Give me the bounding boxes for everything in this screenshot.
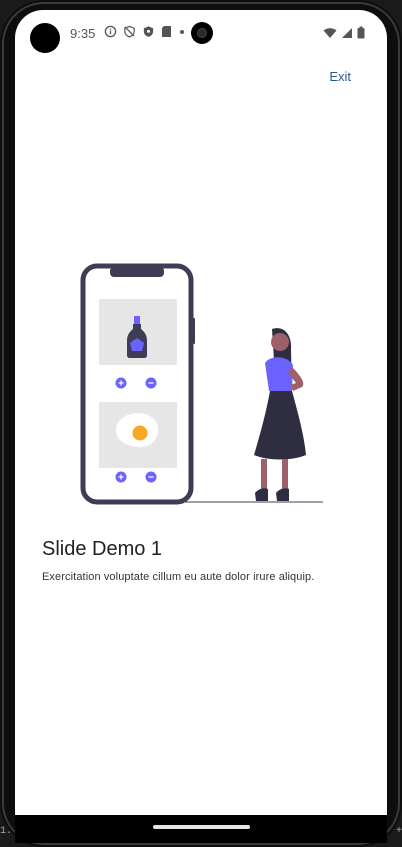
status-icons-right [323,26,365,44]
edge-mark-right: + [395,826,402,837]
exit-button[interactable]: Exit [329,69,351,84]
dot-icon [178,25,186,38]
camera-cutout [30,23,60,53]
front-camera [191,22,213,44]
info-icon [104,25,117,38]
slide-title: Slide Demo 1 [42,538,163,560]
home-indicator[interactable] [153,825,250,829]
status-bar: 9:35 [15,10,387,54]
woman-figure [254,328,306,501]
sd-card-icon [161,25,172,38]
shield-off-icon [123,25,136,38]
woman-phone-shopping-illustration [80,263,325,513]
shield-icon [142,25,155,38]
battery-icon [357,26,365,44]
slide-description: Exercitation voluptate cillum eu aute do… [42,571,315,583]
edge-mark-left: 1. [0,826,13,837]
phone-side-button [191,318,195,344]
signal-icon [341,26,353,44]
status-time: 9:35 [70,26,96,41]
status-icons-left [104,25,186,38]
wifi-icon [323,26,337,44]
screen: 9:35 Exit Slide Demo 1 Exercitation volu… [15,10,387,815]
navigation-bar [15,815,387,843]
device-frame: 9:35 Exit Slide Demo 1 Exercitation volu… [0,0,402,847]
phone-notch [110,267,164,277]
